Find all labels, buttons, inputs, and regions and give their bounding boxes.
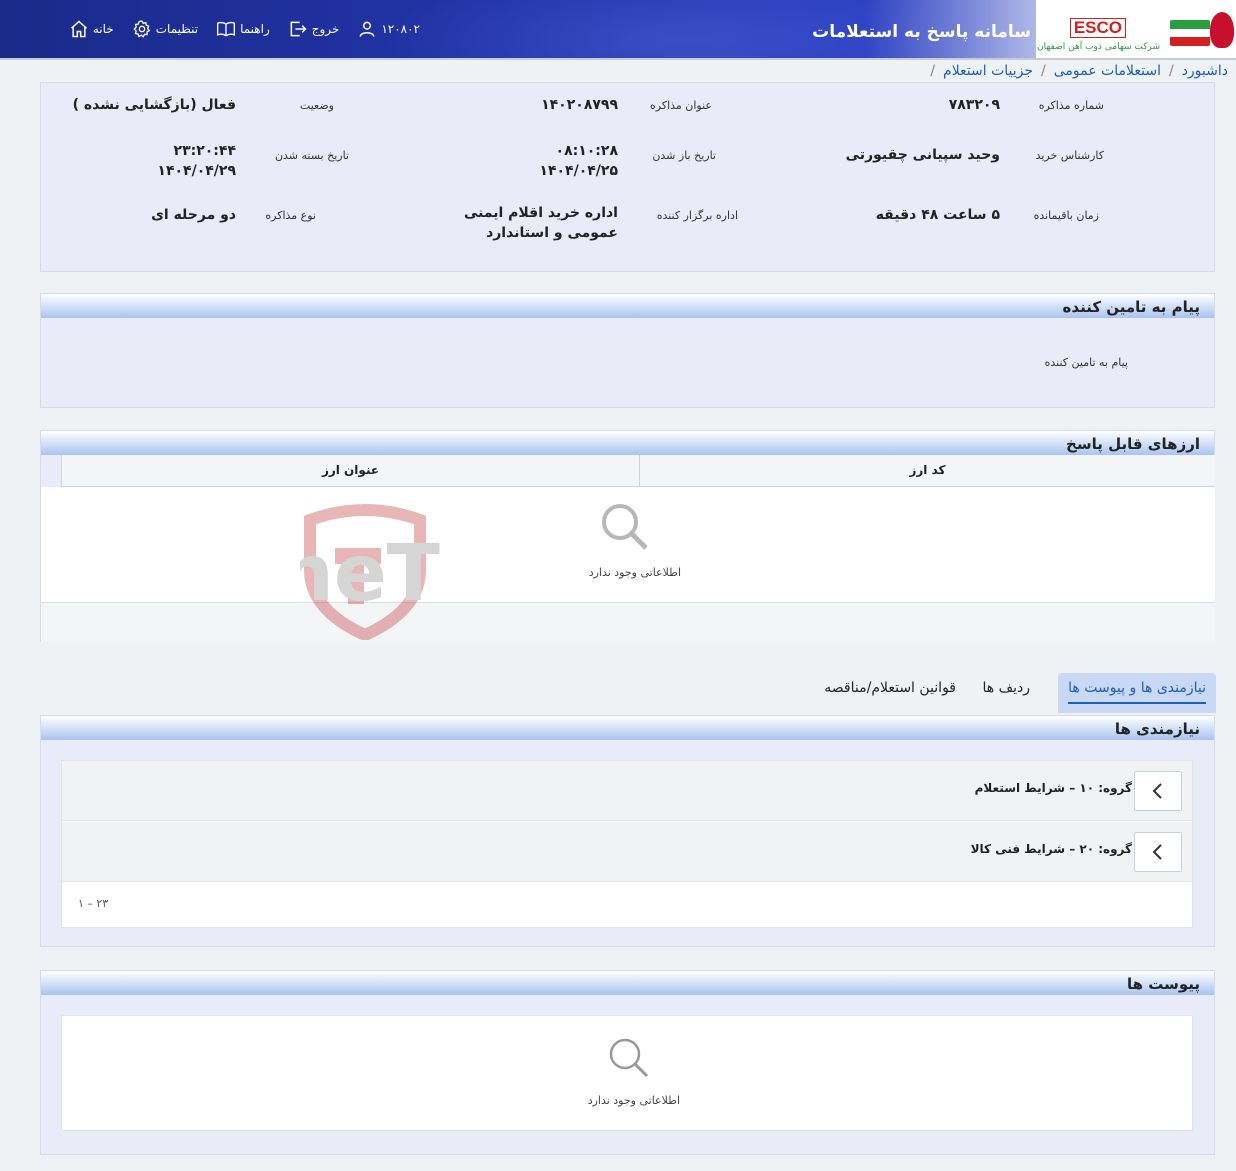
negotiation-number-value: ۷۸۳۲۰۹ xyxy=(948,97,1000,113)
brand-area: سامانه پاسخ به استعلامات ESCO شرکت سهامی… xyxy=(812,0,1236,58)
company-logo[interactable]: ESCO شرکت سهامی ذوب آهن اصفهان xyxy=(1036,0,1236,58)
group-label: گروه: ۲۰ – شرایط فنی کالا xyxy=(970,842,1132,856)
nav-guide-label: راهنما xyxy=(240,22,270,36)
expand-group-button[interactable] xyxy=(1134,771,1182,811)
negotiation-type-value: دو مرحله ای xyxy=(151,207,236,223)
gear-icon xyxy=(132,19,152,39)
column-header-currency-code[interactable]: کد ارز xyxy=(639,455,1215,487)
system-title: سامانه پاسخ به استعلامات xyxy=(812,22,1031,42)
iran-flag-icon xyxy=(1170,20,1210,46)
buyer-value: وحید سپیانی چقیورتی xyxy=(845,147,1000,163)
negotiation-title-value: ۱۴۰۲۰۸۷۹۹ xyxy=(541,97,618,113)
breadcrumb-separator: / xyxy=(1168,63,1174,79)
currencies-empty-text: اطلاعاتی وجود ندارد xyxy=(588,566,681,579)
breadcrumb-dashboard[interactable]: داشبورد xyxy=(1182,63,1228,79)
remaining-time-label: زمان باقیمانده xyxy=(1033,209,1099,222)
nav-guide[interactable]: راهنما xyxy=(216,19,270,39)
supplier-message-card: پیام به تامین کننده پیام به تامین کننده xyxy=(40,293,1215,408)
needs-card: نیازمندی ها گروه: ۱۰ – شرایط استعلام گرو… xyxy=(40,715,1215,947)
needs-title: نیازمندی ها xyxy=(41,716,1214,740)
breadcrumb: داشبورد / استعلامات عمومی / جزییات استعل… xyxy=(0,60,1236,82)
attachments-empty-text: اطلاعاتی وجود ندارد xyxy=(587,1094,680,1107)
attachments-card: پیوست ها اطلاعاتی وجود ندارد xyxy=(40,970,1215,1155)
currencies-title: ارزهای قابل پاسخ xyxy=(41,431,1214,455)
open-date-label: تاریخ باز شدن xyxy=(652,149,716,162)
close-time-value: ۲۳:۲۰:۴۴ xyxy=(173,143,236,159)
list-item[interactable]: گروه: ۱۰ – شرایط استعلام xyxy=(62,761,1192,821)
logout-icon xyxy=(288,19,308,39)
detail-tabs: نیازمندی ها و پیوست ها ردیف ها قوانین اس… xyxy=(0,663,1236,715)
nav-logout-label: خروج xyxy=(311,22,340,36)
logo-subtitle: شرکت سهامی ذوب آهن اصفهان xyxy=(1037,42,1160,52)
tab-needs-attachments[interactable]: نیازمندی ها و پیوست ها xyxy=(1058,673,1216,713)
supplier-message-title: پیام به تامین کننده xyxy=(41,294,1214,318)
nav-user[interactable]: ۱۲۰۸۰۲ xyxy=(357,19,420,39)
organizer-label: اداره برگزار کننده xyxy=(656,209,738,222)
status-value: فعال (بازگشایی نشده ) xyxy=(72,97,236,113)
user-icon xyxy=(357,19,377,39)
attachments-title: پیوست ها xyxy=(41,971,1214,995)
list-item[interactable]: گروه: ۲۰ – شرایط فنی کالا xyxy=(62,822,1192,882)
expand-group-button[interactable] xyxy=(1134,832,1182,872)
search-empty-icon xyxy=(609,1038,649,1078)
currencies-table-header: کد ارز عنوان ارز xyxy=(61,455,1215,487)
open-time-value: ۰۸:۱۰:۲۸ xyxy=(555,143,618,159)
currencies-table-body: اطلاعاتی وجود ندارد xyxy=(41,487,1215,602)
inquiry-info-card: شماره مذاکره ۷۸۳۲۰۹ کارشناس خرید وحید سپ… xyxy=(40,82,1215,272)
breadcrumb-public-inquiries[interactable]: استعلامات عمومی xyxy=(1054,63,1161,79)
esco-logo-text: ESCO xyxy=(1069,18,1126,38)
tab-rules-label: قوانین استعلام/مناقصه xyxy=(824,680,956,696)
close-date-value: ۱۴۰۴/۰۴/۲۹ xyxy=(157,163,236,179)
book-icon xyxy=(216,19,236,39)
tab-rules[interactable]: قوانین استعلام/مناقصه xyxy=(824,673,956,713)
nav-settings[interactable]: تنظیمات xyxy=(132,19,198,39)
attachments-list: اطلاعاتی وجود ندارد xyxy=(61,1015,1193,1131)
breadcrumb-separator: / xyxy=(930,63,936,79)
chevron-left-icon xyxy=(1152,844,1162,860)
tab-needs-attachments-label: نیازمندی ها و پیوست ها xyxy=(1068,680,1206,704)
status-label: وضعیت xyxy=(299,99,334,112)
pagination-range: ۱ – ۲۳ xyxy=(78,897,109,910)
needs-group-list: گروه: ۱۰ – شرایط استعلام گروه: ۲۰ – شرای… xyxy=(61,760,1193,928)
home-icon xyxy=(69,19,89,39)
currencies-table-footer xyxy=(41,602,1215,642)
top-nav: خانه تنظیمات راهنما خروج ۱۲۰۸۰۲ xyxy=(0,0,420,58)
negotiation-number-label: شماره مذاکره xyxy=(1038,99,1104,112)
nav-home-label: خانه xyxy=(92,22,114,36)
open-date-value: ۱۴۰۴/۰۴/۲۵ xyxy=(539,163,618,179)
column-header-currency-title[interactable]: عنوان ارز xyxy=(61,455,639,487)
nav-logout[interactable]: خروج xyxy=(288,19,340,39)
nav-settings-label: تنظیمات xyxy=(155,22,199,36)
remaining-time-value: ۵ ساعت ۴۸ دقیقه xyxy=(875,207,1000,223)
tab-rows-label: ردیف ها xyxy=(982,680,1030,696)
organizer-value: اداره خرید اقلام ایمنی عمومی و استاندارد xyxy=(463,205,618,241)
user-id: ۱۲۰۸۰۲ xyxy=(381,22,420,36)
buyer-label: کارشناس خرید xyxy=(1035,149,1104,162)
supplier-message-label: پیام به تامین کننده xyxy=(1044,356,1128,369)
group-label: گروه: ۱۰ – شرایط استعلام xyxy=(974,781,1132,795)
negotiation-type-label: نوع مذاکره xyxy=(265,209,316,222)
close-date-label: تاریخ بسته شدن xyxy=(274,149,349,162)
breadcrumb-inquiry-details[interactable]: جزییات استعلام xyxy=(943,63,1033,79)
negotiation-title-label: عنوان مذاکره xyxy=(650,99,712,112)
tab-rows[interactable]: ردیف ها xyxy=(983,673,1030,713)
chevron-left-icon xyxy=(1152,783,1162,799)
esco-emblem-icon xyxy=(1210,12,1234,48)
breadcrumb-separator: / xyxy=(1041,63,1046,79)
currencies-card: ارزهای قابل پاسخ کد ارز عنوان ارز اطلاعا… xyxy=(40,430,1215,642)
nav-home[interactable]: خانه xyxy=(69,19,114,39)
top-header: سامانه پاسخ به استعلامات ESCO شرکت سهامی… xyxy=(0,0,1236,60)
